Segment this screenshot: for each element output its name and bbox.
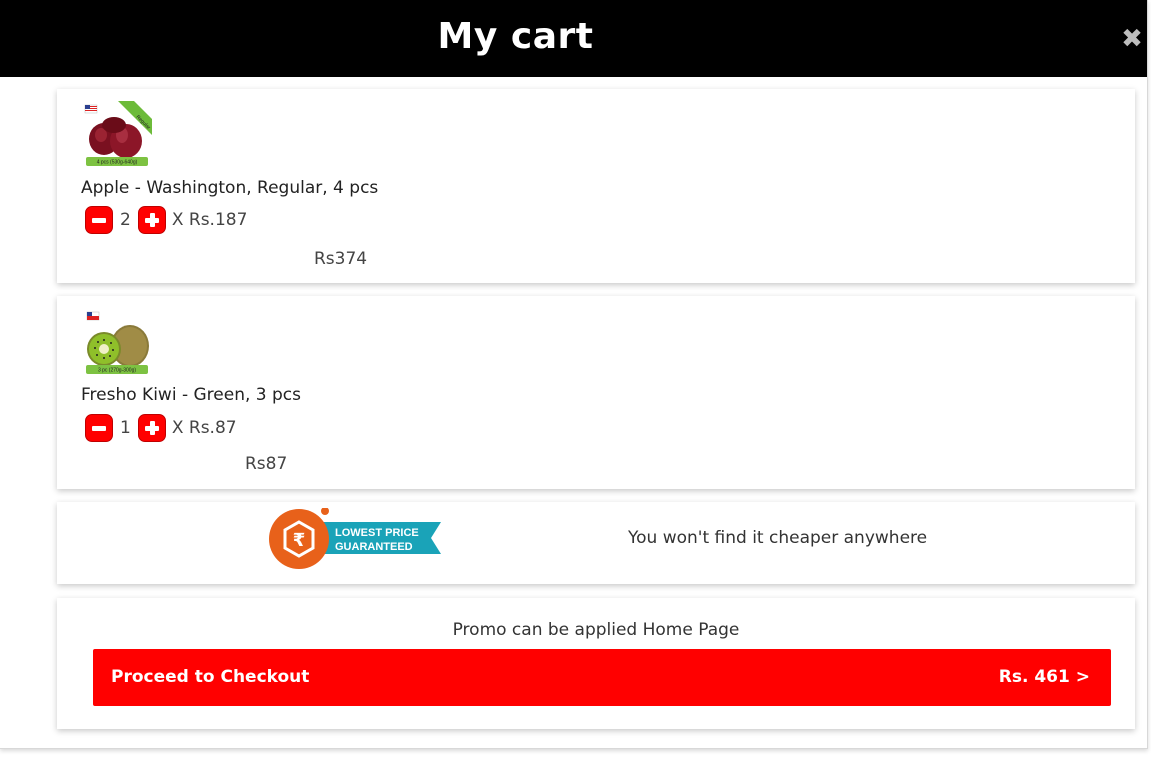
proceed-to-checkout-button[interactable]: Proceed to Checkout Rs. 461 > xyxy=(93,649,1111,706)
badge-line1: LOWEST PRICE xyxy=(335,527,419,539)
product-name: Apple - Washington, Regular, 4 pcs xyxy=(81,178,379,198)
increase-quantity-button[interactable] xyxy=(137,414,166,442)
checkout-total: Rs. 461 > xyxy=(998,667,1090,687)
line-total: Rs374 xyxy=(314,249,368,269)
decrease-quantity-button[interactable] xyxy=(85,414,113,442)
line-total: Rs87 xyxy=(245,454,288,474)
quantity-stepper: 1 X Rs.87 xyxy=(85,413,237,443)
quantity-value: 2 xyxy=(120,210,131,230)
cart-header: My cart ✖ xyxy=(0,0,1147,77)
rupee-symbol: ₹ xyxy=(293,530,306,551)
guarantee-text: You won't find it cheaper anywhere xyxy=(628,528,928,548)
close-icon[interactable]: ✖ xyxy=(1119,26,1145,52)
price-guarantee-card: ₹ LOWEST PRICE GUARANTEED You won't find… xyxy=(57,502,1135,584)
unit-price: X Rs.87 xyxy=(171,418,237,438)
promo-text: Promo can be applied Home Page xyxy=(452,620,740,640)
increase-quantity-button[interactable] xyxy=(137,206,166,234)
image-caption: 3 pc (270g-300g) xyxy=(98,368,136,374)
checkout-card: Promo can be applied Home Page Proceed t… xyxy=(57,598,1135,729)
apple-product-image: Regular 4 pcs (530g-640g) xyxy=(84,101,152,169)
unit-price: X Rs.187 xyxy=(171,210,248,230)
cart-modal: My cart ✖ Regular 4 pcs (530g-640g) Appl… xyxy=(0,0,1148,749)
quantity-value: 1 xyxy=(120,418,131,438)
cart-item-kiwi: 3 pc (270g-300g) Fresho Kiwi - Green, 3 … xyxy=(57,296,1135,489)
lowest-price-badge-icon: ₹ LOWEST PRICE GUARANTEED xyxy=(269,507,441,570)
image-caption: 4 pcs (530g-640g) xyxy=(97,160,138,166)
badge-line2: GUARANTEED xyxy=(335,541,413,553)
decrease-quantity-button[interactable] xyxy=(85,206,113,234)
checkout-button-label: Proceed to Checkout xyxy=(111,667,310,687)
product-name: Fresho Kiwi - Green, 3 pcs xyxy=(81,385,301,405)
cart-item-apple: Regular 4 pcs (530g-640g) Apple - Washin… xyxy=(57,89,1135,283)
quantity-stepper: 2 X Rs.187 xyxy=(85,205,247,235)
kiwi-product-image: 3 pc (270g-300g) xyxy=(84,308,152,376)
cart-title: My cart xyxy=(437,16,594,57)
